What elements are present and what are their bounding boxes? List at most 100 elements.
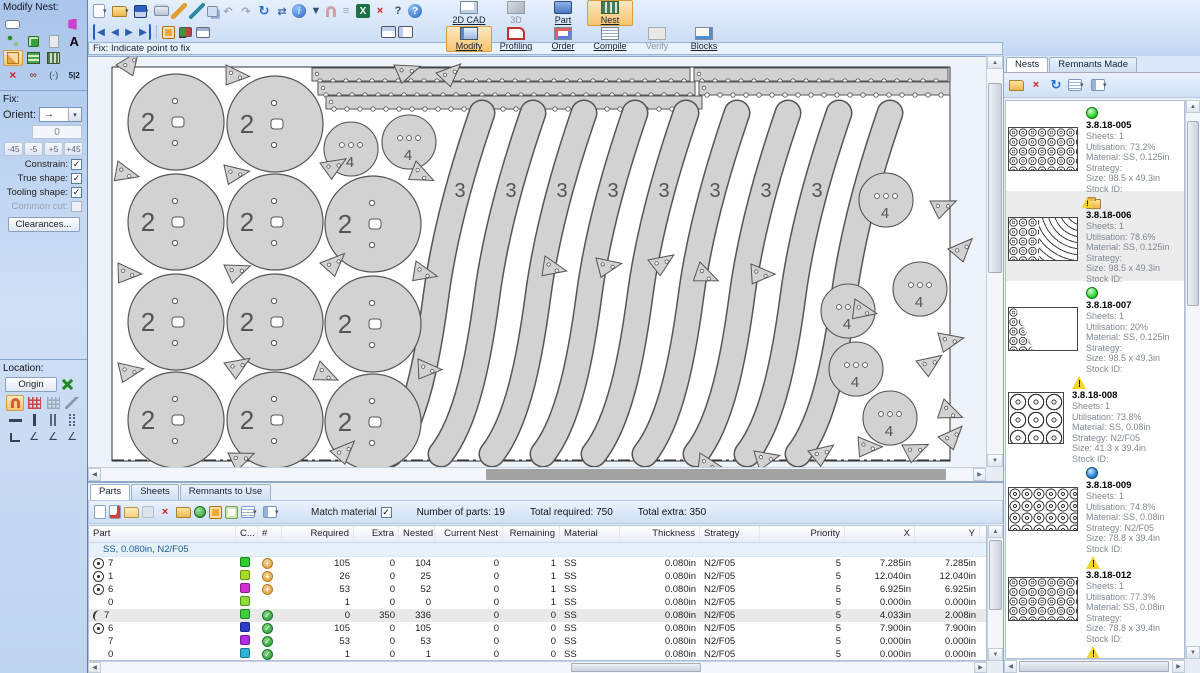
table-row[interactable]: 7✓5305300SS0.080inN2/F0550.000in0.000in [89,635,986,648]
copy-nest-icon[interactable] [207,6,218,17]
pointer-help-icon[interactable]: ? [390,3,406,19]
nest-card[interactable]: 3.8.18-006Sheets: 1Utilisation: 78.6%Mat… [1006,191,1184,281]
layout-horizontal-icon[interactable] [381,26,396,38]
column-header[interactable]: Remaining [503,526,560,542]
nest-canvas-area[interactable]: 33333333222222222224444444 [88,56,986,467]
column-header[interactable]: Material [560,526,620,542]
table-row[interactable]: 0✓10100SS0.080inN2/F0550.000in0.000in [89,648,986,661]
nest-card[interactable]: 3.8.18-005Sheets: 1Utilisation: 73.2%Mat… [1006,101,1184,191]
tab-order[interactable]: Order [540,26,586,52]
tab-nests[interactable]: Nests [1006,57,1048,72]
nests-vscroll-thumb[interactable] [1187,121,1199,306]
delete-nest-icon[interactable]: × [1028,77,1044,93]
nested-part-bar[interactable] [694,68,948,83]
copy-part-icon[interactable] [142,506,154,518]
tab-verify[interactable]: Verify [634,26,680,52]
tab-2d-cad[interactable]: 2D CAD [446,0,492,26]
nested-part-disc[interactable]: 2 [227,76,323,172]
canvas-vertical-scrollbar[interactable]: ▲ ▼ [986,56,1003,467]
rotate--5-button[interactable]: -5 [24,142,43,156]
nests-vertical-scrollbar[interactable]: ▲ ▼ [1185,100,1200,659]
true-shape-checkbox[interactable]: ✓ [71,173,82,184]
scroll-right-icon[interactable]: ▶ [973,468,986,481]
move-part-icon[interactable] [3,50,23,66]
nested-part-disc[interactable]: 2 [227,174,323,270]
column-header[interactable]: C... [236,526,258,542]
help-icon[interactable]: ? [408,4,422,18]
angle-input[interactable] [32,125,82,139]
rotate--45-button[interactable]: -45 [4,142,23,156]
nested-part-small-disc[interactable]: 4 [829,342,883,396]
measure-pen-icon[interactable] [189,3,205,19]
chevron-down-icon[interactable]: ▾ [68,108,81,121]
tab-modify[interactable]: Modify [446,26,492,52]
redo-icon[interactable]: ↷ [238,3,254,19]
open-nest-icon[interactable] [1009,80,1024,91]
line-dashed-2-icon[interactable] [63,412,81,428]
table-hscroll-thumb[interactable] [571,663,701,672]
nested-part-disc[interactable]: 2 [227,274,323,370]
nest-drawing[interactable]: 33333333222222222224444444 [88,57,986,467]
grid-red-icon[interactable] [25,395,43,411]
table-vscroll-thumb[interactable] [989,540,1002,610]
table-part-icon[interactable] [209,506,222,519]
tab-blocks[interactable]: Blocks [681,26,727,52]
scroll-up-icon[interactable]: ▲ [1186,100,1200,113]
table-row[interactable]: 6+5305201SS0.080inN2/F0556.925in6.925in [89,583,986,596]
rotate-+45-button[interactable]: +45 [64,142,83,156]
nests-hscroll-thumb[interactable] [1019,661,1169,672]
nest-thumbnail[interactable] [1008,577,1078,621]
canvas-vscroll-thumb[interactable] [988,83,1002,273]
nested-part-bar[interactable] [318,82,695,97]
table-row[interactable]: 1+2602501SS0.080inN2/F05512.040in12.040i… [89,570,986,583]
swap-parts-icon[interactable]: ∞ [24,67,44,83]
dropdown-caret-icon[interactable]: ▾ [253,508,260,516]
table-row[interactable]: 010001SS0.080inN2/F0550.000in0.000in [89,596,986,609]
column-header[interactable]: X [845,526,915,542]
print-icon[interactable] [154,6,169,16]
tab-3d[interactable]: 3D [493,0,539,26]
open-part-icon[interactable] [176,507,191,518]
snapshot-icon[interactable] [162,26,175,39]
pin-part-icon[interactable] [194,506,206,518]
column-header[interactable]: # [258,526,282,542]
scroll-left-icon[interactable]: ◀ [1004,660,1017,673]
line-vertical-icon[interactable] [25,412,43,428]
column-header[interactable]: Extra [354,526,399,542]
column-header[interactable]: Thickness [620,526,700,542]
scroll-left-icon[interactable]: ◀ [88,662,101,673]
nested-part-small-disc[interactable]: 4 [859,173,913,227]
common-cut-checkbox[interactable] [71,201,82,212]
scroll-up-icon[interactable]: ▲ [987,56,1003,69]
nested-part-small-disc[interactable]: 4 [893,262,947,316]
tab-compile[interactable]: Compile [587,26,633,52]
column-header[interactable]: Required [282,526,354,542]
edit-part-icon[interactable] [225,506,238,519]
measure-diagonal-icon[interactable] [63,395,81,411]
nested-part-disc[interactable]: 2 [128,174,224,270]
new-part-icon[interactable] [94,505,106,519]
nest-thumbnail[interactable] [1008,127,1078,171]
nested-part-small-disc[interactable]: 4 [863,391,917,445]
nest-card[interactable]: 3.8.18-009Sheets: 1Utilisation: 74.8%Mat… [1006,461,1184,551]
refresh-nest-icon[interactable]: ↻ [1048,77,1064,93]
constrain-checkbox[interactable]: ✓ [71,159,82,170]
snap-origin-icon[interactable] [6,395,24,411]
grid-gray-icon[interactable] [44,395,62,411]
previous-nest-icon[interactable]: ◀ [109,24,121,40]
layout-vertical-icon[interactable] [398,26,413,38]
tab-remnants-made[interactable]: Remnants Made [1049,57,1137,72]
window-grid-icon[interactable] [196,27,210,38]
tab-sheets[interactable]: Sheets [131,484,179,500]
scroll-down-icon[interactable]: ▼ [1186,646,1200,659]
nested-part-disc[interactable]: 2 [325,276,421,372]
remove-user-icon[interactable]: × [372,3,388,19]
move-icon[interactable]: ⇄ [274,3,290,19]
last-nest-icon[interactable]: ▶ [137,24,151,40]
tab-parts[interactable]: Parts [90,484,130,500]
pencil-icon[interactable] [171,3,187,19]
scroll-left-icon[interactable]: ◀ [88,468,101,481]
tab-part[interactable]: Part [540,0,586,26]
match-material-checkbox[interactable]: ✓ [381,507,392,518]
angle-snap-3-icon[interactable]: ∠ [63,429,81,445]
